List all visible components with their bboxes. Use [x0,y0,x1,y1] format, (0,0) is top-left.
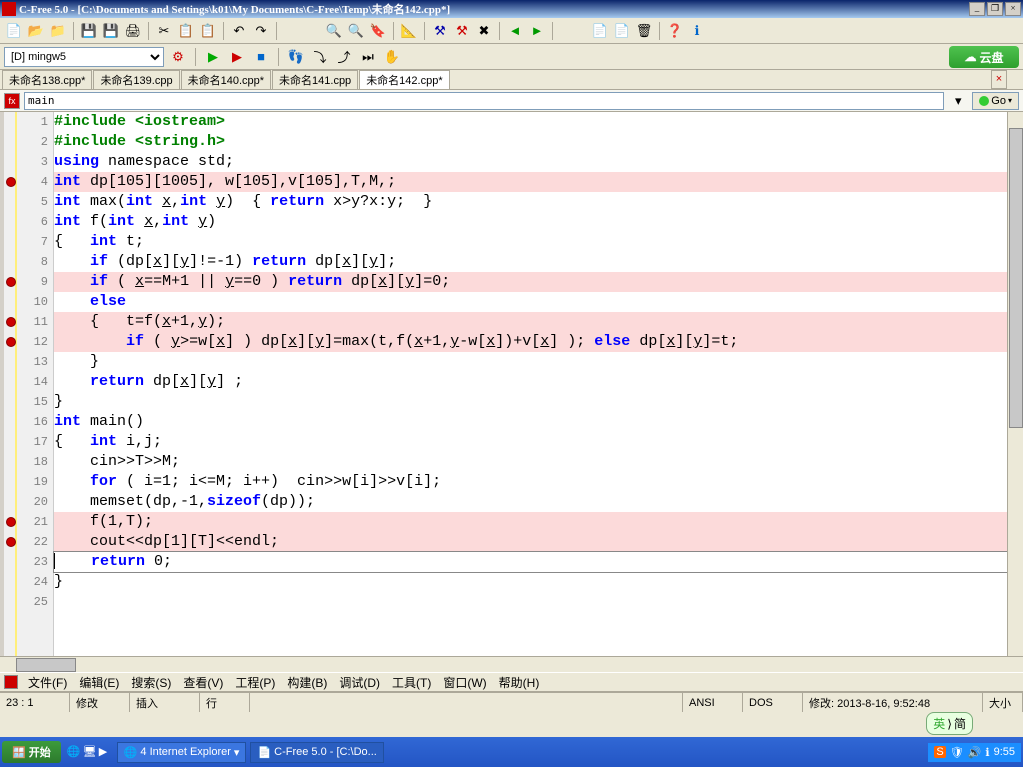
nav-fwd-icon[interactable]: ► [527,21,547,41]
status-bar: 23 : 1 修改 插入 行 ANSI DOS 修改: 2013-8-16, 9… [0,692,1023,712]
tab-file-1[interactable]: 未命名139.cpp [93,70,179,89]
menu-help[interactable]: 帮助(H) [495,674,544,691]
undo-icon[interactable]: ↶ [229,21,249,41]
close-button[interactable]: × [1005,2,1021,16]
cut-icon[interactable]: ✂ [154,21,174,41]
open-project-icon[interactable]: 📁 [48,21,68,41]
debug-out-icon[interactable]: ⤴ [334,47,354,67]
debug-over-icon[interactable]: ⤵ [310,47,330,67]
restore-button[interactable]: ❐ [987,2,1003,16]
open-file-icon[interactable]: 📂 [26,21,46,41]
tab-file-2[interactable]: 未命名140.cpp* [181,70,271,89]
windows-taskbar: 🪟 开始 🌐 🖥 ▶ 🌐 4 Internet Explorer ▾ 📄 C-F… [0,737,1023,767]
quicklaunch-media-icon[interactable]: ▶ [99,745,113,759]
tool3-icon[interactable]: ✖ [474,21,494,41]
go-dot-icon [979,96,989,106]
tray-clock[interactable]: 9:55 [994,746,1015,758]
doc-del-icon[interactable]: 🗑 [634,21,654,41]
doc2-icon[interactable]: 📄 [612,21,632,41]
brace-icon[interactable]: 📐 [399,21,419,41]
find-in-files-icon[interactable]: 🔍 [346,21,366,41]
quicklaunch-ie-icon[interactable]: 🌐 [67,745,81,759]
status-row: 行 [200,693,250,712]
nav-back-icon[interactable]: ◄ [505,21,525,41]
title-bar: C-Free 5.0 - [C:\Documents and Settings\… [0,0,1023,18]
debug-continue-icon[interactable]: ⏭ [358,47,378,67]
tool1-icon[interactable]: ⚒ [430,21,450,41]
minimize-button[interactable]: _ [969,2,985,16]
doc1-icon[interactable]: 📄 [590,21,610,41]
menu-project[interactable]: 工程(P) [231,674,279,691]
debug-stop-icon[interactable]: ✋ [382,47,402,67]
new-file-icon[interactable]: 📄 [4,21,24,41]
horizontal-scrollbar[interactable] [0,656,1023,672]
status-os: DOS [743,693,803,712]
about-icon[interactable]: ℹ [687,21,707,41]
window-title: C-Free 5.0 - [C:\Documents and Settings\… [19,1,969,17]
menu-bar: 文件(F) 编辑(E) 搜索(S) 查看(V) 工程(P) 构建(B) 调试(D… [0,672,1023,692]
menu-search[interactable]: 搜索(S) [127,674,175,691]
save-all-icon[interactable]: 💾 [101,21,121,41]
tray-shield-icon[interactable]: 🛡 [950,746,964,759]
build-toolbar: [D] mingw5 ⚙ ▶ ▶ ■ 👣 ⤵ ⤴ ⏭ ✋ ☁云盘 [0,44,1023,70]
tool2-icon[interactable]: ⚒ [452,21,472,41]
status-modified: 修改: 2013-8-16, 9:52:48 [803,693,983,712]
tray-network-icon[interactable]: 🔊 [968,746,982,759]
main-toolbar: 📄 📂 📁 💾 💾 🖨 ✂ 📋 📋 ↶ ↷ 🔍 🔍 🔖 📐 ⚒ ⚒ ✖ ◄ ► … [0,18,1023,44]
redo-icon[interactable]: ↷ [251,21,271,41]
function-nav-bar: fx ▾ Go▾ [0,90,1023,112]
quicklaunch-desktop-icon[interactable]: 🖥 [83,745,97,759]
paste-icon[interactable]: 📋 [198,21,218,41]
menu-edit[interactable]: 编辑(E) [75,674,123,691]
tab-file-4[interactable]: 未命名142.cpp* [359,70,449,89]
system-tray[interactable]: S 🛡 🔊 ℹ 9:55 [928,743,1021,762]
find-icon[interactable]: 🔍 [324,21,344,41]
tab-file-0[interactable]: 未命名138.cpp* [2,70,92,89]
status-position: 23 : 1 [0,693,70,712]
menu-window[interactable]: 窗口(W) [439,674,490,691]
tab-file-3[interactable]: 未命名141.cpp [272,70,358,89]
menu-debug[interactable]: 调试(D) [335,674,384,691]
function-input[interactable] [24,92,944,110]
copy-icon[interactable]: 📋 [176,21,196,41]
compile-icon[interactable]: ⚙ [168,47,188,67]
run-icon[interactable]: ▶ [203,47,223,67]
status-encoding: ANSI [683,693,743,712]
menu-build[interactable]: 构建(B) [283,674,331,691]
print-icon[interactable]: 🖨 [123,21,143,41]
build-run-icon[interactable]: ▶ [227,47,247,67]
status-insert: 插入 [130,693,200,712]
stop-icon[interactable]: ■ [251,47,271,67]
yunpan-button[interactable]: ☁云盘 [949,46,1019,68]
fx-icon: fx [4,93,20,109]
vertical-scrollbar[interactable] [1007,112,1023,656]
taskbar-task-cfree[interactable]: 📄 C-Free 5.0 - [C:\Do... [250,742,383,763]
compiler-select[interactable]: [D] mingw5 [4,47,164,67]
menu-view[interactable]: 查看(V) [179,674,227,691]
menu-file[interactable]: 文件(F) [24,674,71,691]
start-button[interactable]: 🪟 开始 [2,741,61,763]
status-modify: 修改 [70,693,130,712]
save-icon[interactable]: 💾 [79,21,99,41]
tray-info-icon[interactable]: ℹ [985,746,989,759]
go-button[interactable]: Go▾ [972,92,1019,110]
ime-indicator[interactable]: 英⟩简 [926,712,973,735]
status-size: 大小 [983,693,1023,712]
debug-step-icon[interactable]: 👣 [286,47,306,67]
bookmark-icon[interactable]: 🔖 [368,21,388,41]
menu-icon [4,675,18,689]
help-icon[interactable]: ❓ [665,21,685,41]
menu-tools[interactable]: 工具(T) [388,674,435,691]
dropdown-icon[interactable]: ▾ [948,91,968,111]
app-icon [2,2,16,16]
taskbar-task-ie[interactable]: 🌐 4 Internet Explorer ▾ [117,742,247,763]
file-tab-bar: 未命名138.cpp* 未命名139.cpp 未命名140.cpp* 未命名14… [0,70,1023,90]
tray-sogou-icon[interactable]: S [934,746,945,758]
close-tab-button[interactable]: × [991,70,1007,89]
code-editor[interactable]: 1#include <iostream> 2#include <string.h… [0,112,1023,656]
